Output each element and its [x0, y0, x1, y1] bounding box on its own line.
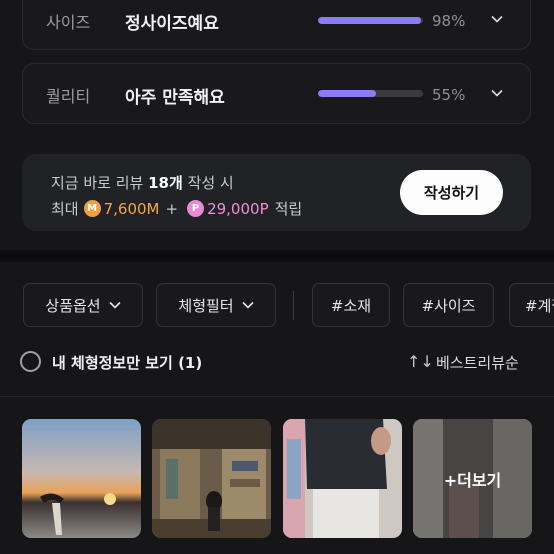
write-review-button[interactable]: 작성하기	[400, 170, 503, 215]
review-reward-banner: 지금 바로 리뷰 18개 작성 시 최대 M 7,600M + P 29,000…	[22, 154, 531, 231]
tag-label: #계절	[525, 296, 554, 315]
point-amount: 29,000P	[207, 199, 269, 218]
chevron-down-icon	[109, 301, 121, 309]
review-photo-temple[interactable]	[152, 419, 271, 538]
earn-label: 적립	[274, 200, 303, 218]
rating-row-size[interactable]: 사이즈 정사이즈예요 98%	[22, 0, 531, 50]
tag-chip-size[interactable]: #사이즈	[403, 283, 494, 327]
tag-chip-season[interactable]: #계절	[509, 283, 554, 327]
body-type-filter[interactable]: 체형필터	[156, 283, 276, 327]
sort-dropdown[interactable]: 베스트리뷰순	[436, 352, 519, 373]
filter-label: 체형필터	[178, 296, 234, 315]
list-divider	[0, 396, 554, 397]
tag-label: #사이즈	[421, 296, 476, 315]
mileage-amount: 7,600M	[103, 199, 160, 218]
reward-amounts: 최대 M 7,600M + P 29,000P 적립	[51, 198, 302, 219]
filter-label: 상품옵션	[45, 296, 101, 315]
plus-sign: +	[165, 199, 179, 218]
chevron-down-icon[interactable]	[491, 87, 503, 99]
rating-label: 사이즈	[46, 13, 91, 32]
pending-review-count: 18개	[148, 174, 183, 192]
product-option-filter[interactable]: 상품옵션	[23, 283, 143, 327]
rating-bar-fill	[318, 17, 421, 24]
only-mine-radio[interactable]	[20, 351, 41, 372]
rating-bar-fill	[318, 90, 376, 97]
review-photo-sunset[interactable]	[22, 419, 141, 538]
sort-icon[interactable]: ↑↓	[407, 352, 434, 371]
reward-headline: 지금 바로 리뷰 18개 작성 시	[51, 174, 234, 192]
rating-percent: 98%	[432, 12, 466, 30]
mileage-coin-icon: M	[83, 200, 101, 217]
chevron-down-icon[interactable]	[491, 13, 503, 25]
tag-chip-material[interactable]: #소재	[312, 283, 390, 327]
rating-bar	[318, 17, 423, 24]
rating-percent: 55%	[432, 86, 466, 104]
section-divider	[0, 250, 554, 262]
review-photo-more[interactable]: +더보기	[413, 419, 532, 538]
max-label: 최대	[51, 200, 79, 218]
point-coin-icon: P	[187, 200, 205, 217]
rating-value: 아주 만족해요	[125, 88, 225, 108]
filter-separator	[293, 291, 294, 320]
rating-bar	[318, 90, 423, 97]
review-photo-outfit[interactable]	[283, 419, 402, 538]
tag-label: #소재	[330, 296, 372, 315]
rating-label: 퀄리티	[46, 87, 91, 106]
rating-value: 정사이즈예요	[125, 14, 219, 34]
more-photos-label: +더보기	[443, 471, 502, 490]
only-mine-label[interactable]: 내 체형정보만 보기 (1)	[52, 352, 202, 373]
chevron-down-icon	[242, 301, 254, 309]
rating-row-quality[interactable]: 퀄리티 아주 만족해요 55%	[22, 63, 531, 124]
